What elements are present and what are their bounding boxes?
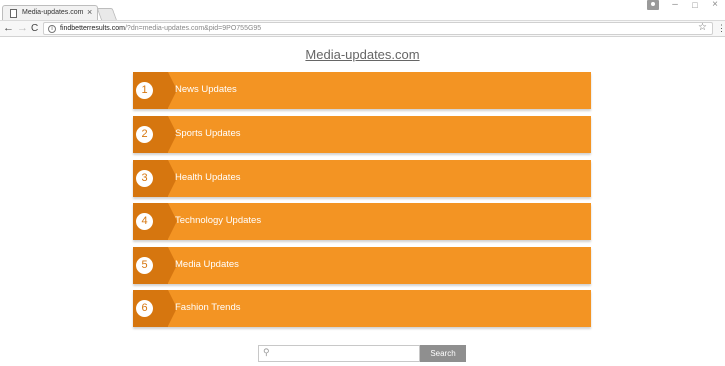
category-label: News Updates — [175, 84, 237, 95]
number-circle: 6 — [136, 300, 153, 317]
number-badge: 6 — [133, 290, 168, 327]
info-icon[interactable]: i — [48, 25, 56, 33]
category-label: Health Updates — [175, 172, 241, 183]
search-input[interactable] — [275, 347, 415, 360]
address-bar[interactable]: i findbetterresults.com/?dn=media-update… — [43, 22, 713, 35]
category-item-sports[interactable]: 2 Sports Updates — [133, 116, 591, 153]
browser-menu-icon[interactable]: ⋮ — [717, 23, 725, 33]
close-window-icon[interactable]: × — [709, 0, 721, 10]
search-button[interactable]: Search — [420, 345, 466, 362]
tab-strip: Media-updates.com × – □ × — [0, 0, 725, 21]
number-circle: 3 — [136, 170, 153, 187]
category-label: Media Updates — [175, 259, 239, 270]
category-item-fashion[interactable]: 6 Fashion Trends — [133, 290, 591, 327]
category-item-technology[interactable]: 4 Technology Updates — [133, 203, 591, 240]
tab-title: Media-updates.com — [22, 9, 84, 16]
category-label: Sports Updates — [175, 128, 241, 139]
url-text: findbetterresults.com/?dn=media-updates.… — [60, 25, 261, 32]
number-circle: 2 — [136, 126, 153, 143]
category-label: Technology Updates — [175, 215, 262, 226]
url-host: findbetterresults.com — [60, 25, 125, 32]
reload-icon[interactable]: C — [31, 22, 38, 35]
page-icon — [10, 9, 17, 18]
number-circle: 1 — [136, 82, 153, 99]
browser-toolbar: ← → C i findbetterresults.com/?dn=media-… — [0, 20, 725, 37]
forward-icon[interactable]: → — [17, 22, 28, 35]
number-badge: 4 — [133, 203, 168, 240]
category-item-media[interactable]: 5 Media Updates — [133, 247, 591, 284]
maximize-icon[interactable]: □ — [689, 0, 701, 10]
bookmark-star-icon[interactable]: ☆ — [698, 22, 707, 33]
profile-icon[interactable] — [647, 0, 659, 10]
number-badge: 5 — [133, 247, 168, 284]
minimize-icon[interactable]: – — [669, 0, 681, 10]
page-title[interactable]: Media-updates.com — [0, 47, 725, 62]
category-item-news[interactable]: 1 News Updates — [133, 72, 591, 109]
number-badge: 1 — [133, 72, 168, 109]
search-icon: ⚲ — [263, 347, 270, 357]
number-badge: 3 — [133, 160, 168, 197]
browser-tab[interactable]: Media-updates.com × — [2, 5, 98, 21]
back-icon[interactable]: ← — [3, 22, 14, 35]
category-item-health[interactable]: 3 Health Updates — [133, 160, 591, 197]
number-circle: 4 — [136, 213, 153, 230]
number-circle: 5 — [136, 257, 153, 274]
number-badge: 2 — [133, 116, 168, 153]
tab-close-icon[interactable]: × — [87, 7, 92, 17]
search-box[interactable]: ⚲ — [258, 345, 420, 362]
url-path: /?dn=media-updates.com&pid=9PO755G95 — [124, 25, 262, 32]
category-label: Fashion Trends — [175, 302, 241, 313]
